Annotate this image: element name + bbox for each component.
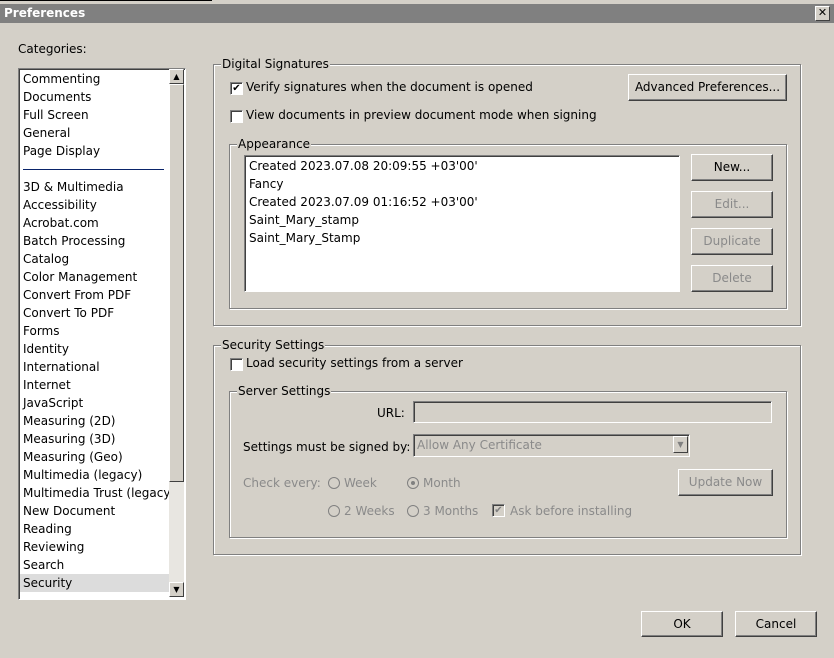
preview-mode-label: View documents in preview document mode … (246, 108, 597, 122)
preview-mode-checkbox[interactable] (230, 110, 243, 123)
scrollbar-thumb[interactable] (169, 84, 184, 482)
category-item[interactable]: Accessibility (23, 196, 97, 214)
category-item[interactable]: Identity (23, 340, 69, 358)
category-item[interactable]: Reviewing (23, 538, 84, 556)
check-icon: ✔ (232, 83, 241, 94)
two-weeks-radio[interactable] (328, 505, 340, 517)
category-item[interactable]: Measuring (2D) (23, 412, 116, 430)
category-item[interactable]: Commenting (23, 70, 100, 88)
category-item[interactable]: Convert From PDF (23, 286, 131, 304)
category-item[interactable]: Measuring (Geo) (23, 448, 123, 466)
appearance-group: Appearance Created 2023.07.08 20:09:55 +… (229, 137, 787, 309)
category-item[interactable]: Batch Processing (23, 232, 125, 250)
verify-signatures-label: Verify signatures when the document is o… (246, 80, 533, 94)
category-item[interactable]: Security (20, 574, 170, 592)
category-item[interactable]: Reading (23, 520, 72, 538)
three-months-radio[interactable] (407, 505, 419, 517)
category-item[interactable]: Convert To PDF (23, 304, 114, 322)
ok-button[interactable]: OK (641, 611, 723, 637)
ask-before-installing-label: Ask before installing (510, 504, 633, 518)
category-item[interactable]: Multimedia (legacy) (23, 466, 142, 484)
load-security-settings-checkbox[interactable] (230, 358, 243, 371)
category-item[interactable]: Documents (23, 88, 91, 106)
category-item[interactable]: Multimedia Trust (legacy) (23, 484, 175, 502)
category-item[interactable]: Color Management (23, 268, 137, 286)
week-label: Week (344, 476, 377, 490)
scroll-down-icon[interactable]: ▼ (169, 582, 184, 597)
digital-signatures-group: Digital Signatures ✔ Verify signatures w… (213, 57, 801, 326)
signed-by-select[interactable]: Allow Any Certificate ▼ (413, 434, 690, 457)
title-bar: Preferences ✕ (0, 4, 834, 23)
cancel-button[interactable]: Cancel (735, 611, 817, 637)
ask-before-installing-checkbox[interactable]: ✔ (492, 504, 505, 517)
scroll-up-icon[interactable]: ▲ (169, 69, 184, 84)
category-item[interactable]: General (23, 124, 70, 142)
category-item[interactable]: New Document (23, 502, 115, 520)
url-label: URL: (377, 406, 405, 420)
delete-appearance-button[interactable]: Delete (691, 265, 773, 292)
category-item[interactable]: 3D & Multimedia (23, 178, 124, 196)
duplicate-appearance-button[interactable]: Duplicate (691, 228, 773, 255)
url-input[interactable] (413, 401, 772, 423)
check-icon: ✔ (494, 505, 503, 516)
top-edge-line (0, 0, 212, 1)
category-item[interactable]: JavaScript (23, 394, 83, 412)
categories-label: Categories: (18, 42, 87, 56)
security-settings-legend: Security Settings (221, 338, 326, 352)
two-weeks-label: 2 Weeks (344, 504, 395, 518)
verify-signatures-checkbox[interactable]: ✔ (230, 82, 243, 95)
category-separator (23, 169, 164, 170)
appearance-item[interactable]: Saint_Mary_Stamp (249, 229, 360, 247)
security-settings-group: Security Settings Load security settings… (213, 338, 801, 555)
category-item[interactable]: Full Screen (23, 106, 89, 124)
appearance-legend: Appearance (237, 137, 312, 151)
appearance-item[interactable]: Saint_Mary_stamp (249, 211, 359, 229)
month-label: Month (423, 476, 461, 490)
category-item[interactable]: Internet (23, 376, 71, 394)
categories-scrollbar[interactable]: ▲ ▼ (169, 69, 184, 597)
month-radio[interactable] (407, 477, 419, 489)
category-item[interactable]: Measuring (3D) (23, 430, 116, 448)
appearance-list[interactable]: Created 2023.07.08 20:09:55 +03'00' Fancy… (244, 155, 680, 292)
update-now-button[interactable]: Update Now (678, 469, 773, 496)
three-months-label: 3 Months (423, 504, 479, 518)
signed-by-label: Settings must be signed by: (243, 440, 411, 454)
category-item[interactable]: Search (23, 556, 64, 574)
server-settings-legend: Server Settings (237, 384, 332, 398)
category-item[interactable]: International (23, 358, 100, 376)
window-title: Preferences (4, 6, 86, 20)
appearance-item[interactable]: Fancy (249, 175, 283, 193)
chevron-down-icon[interactable]: ▼ (673, 436, 688, 453)
category-item[interactable]: Acrobat.com (23, 214, 99, 232)
appearance-item[interactable]: Created 2023.07.09 01:16:52 +03'00' (249, 193, 478, 211)
category-item[interactable]: Forms (23, 322, 59, 340)
category-item[interactable]: Page Display (23, 142, 100, 160)
new-appearance-button[interactable]: New... (691, 154, 773, 181)
appearance-item[interactable]: Created 2023.07.08 20:09:55 +03'00' (249, 157, 478, 175)
server-settings-group: Server Settings URL: Settings must be si… (229, 384, 787, 538)
check-every-label: Check every: (243, 476, 321, 490)
signed-by-value: Allow Any Certificate (417, 438, 542, 452)
close-icon[interactable]: ✕ (815, 6, 830, 21)
advanced-preferences-button[interactable]: Advanced Preferences... (628, 74, 787, 101)
categories-list[interactable]: Commenting Documents Full Screen General Pag… (18, 68, 186, 600)
digital-signatures-legend: Digital Signatures (221, 57, 330, 71)
load-security-settings-label: Load security settings from a server (246, 356, 463, 370)
category-item[interactable]: Catalog (23, 250, 69, 268)
edit-appearance-button[interactable]: Edit... (691, 191, 773, 218)
week-radio[interactable] (328, 477, 340, 489)
